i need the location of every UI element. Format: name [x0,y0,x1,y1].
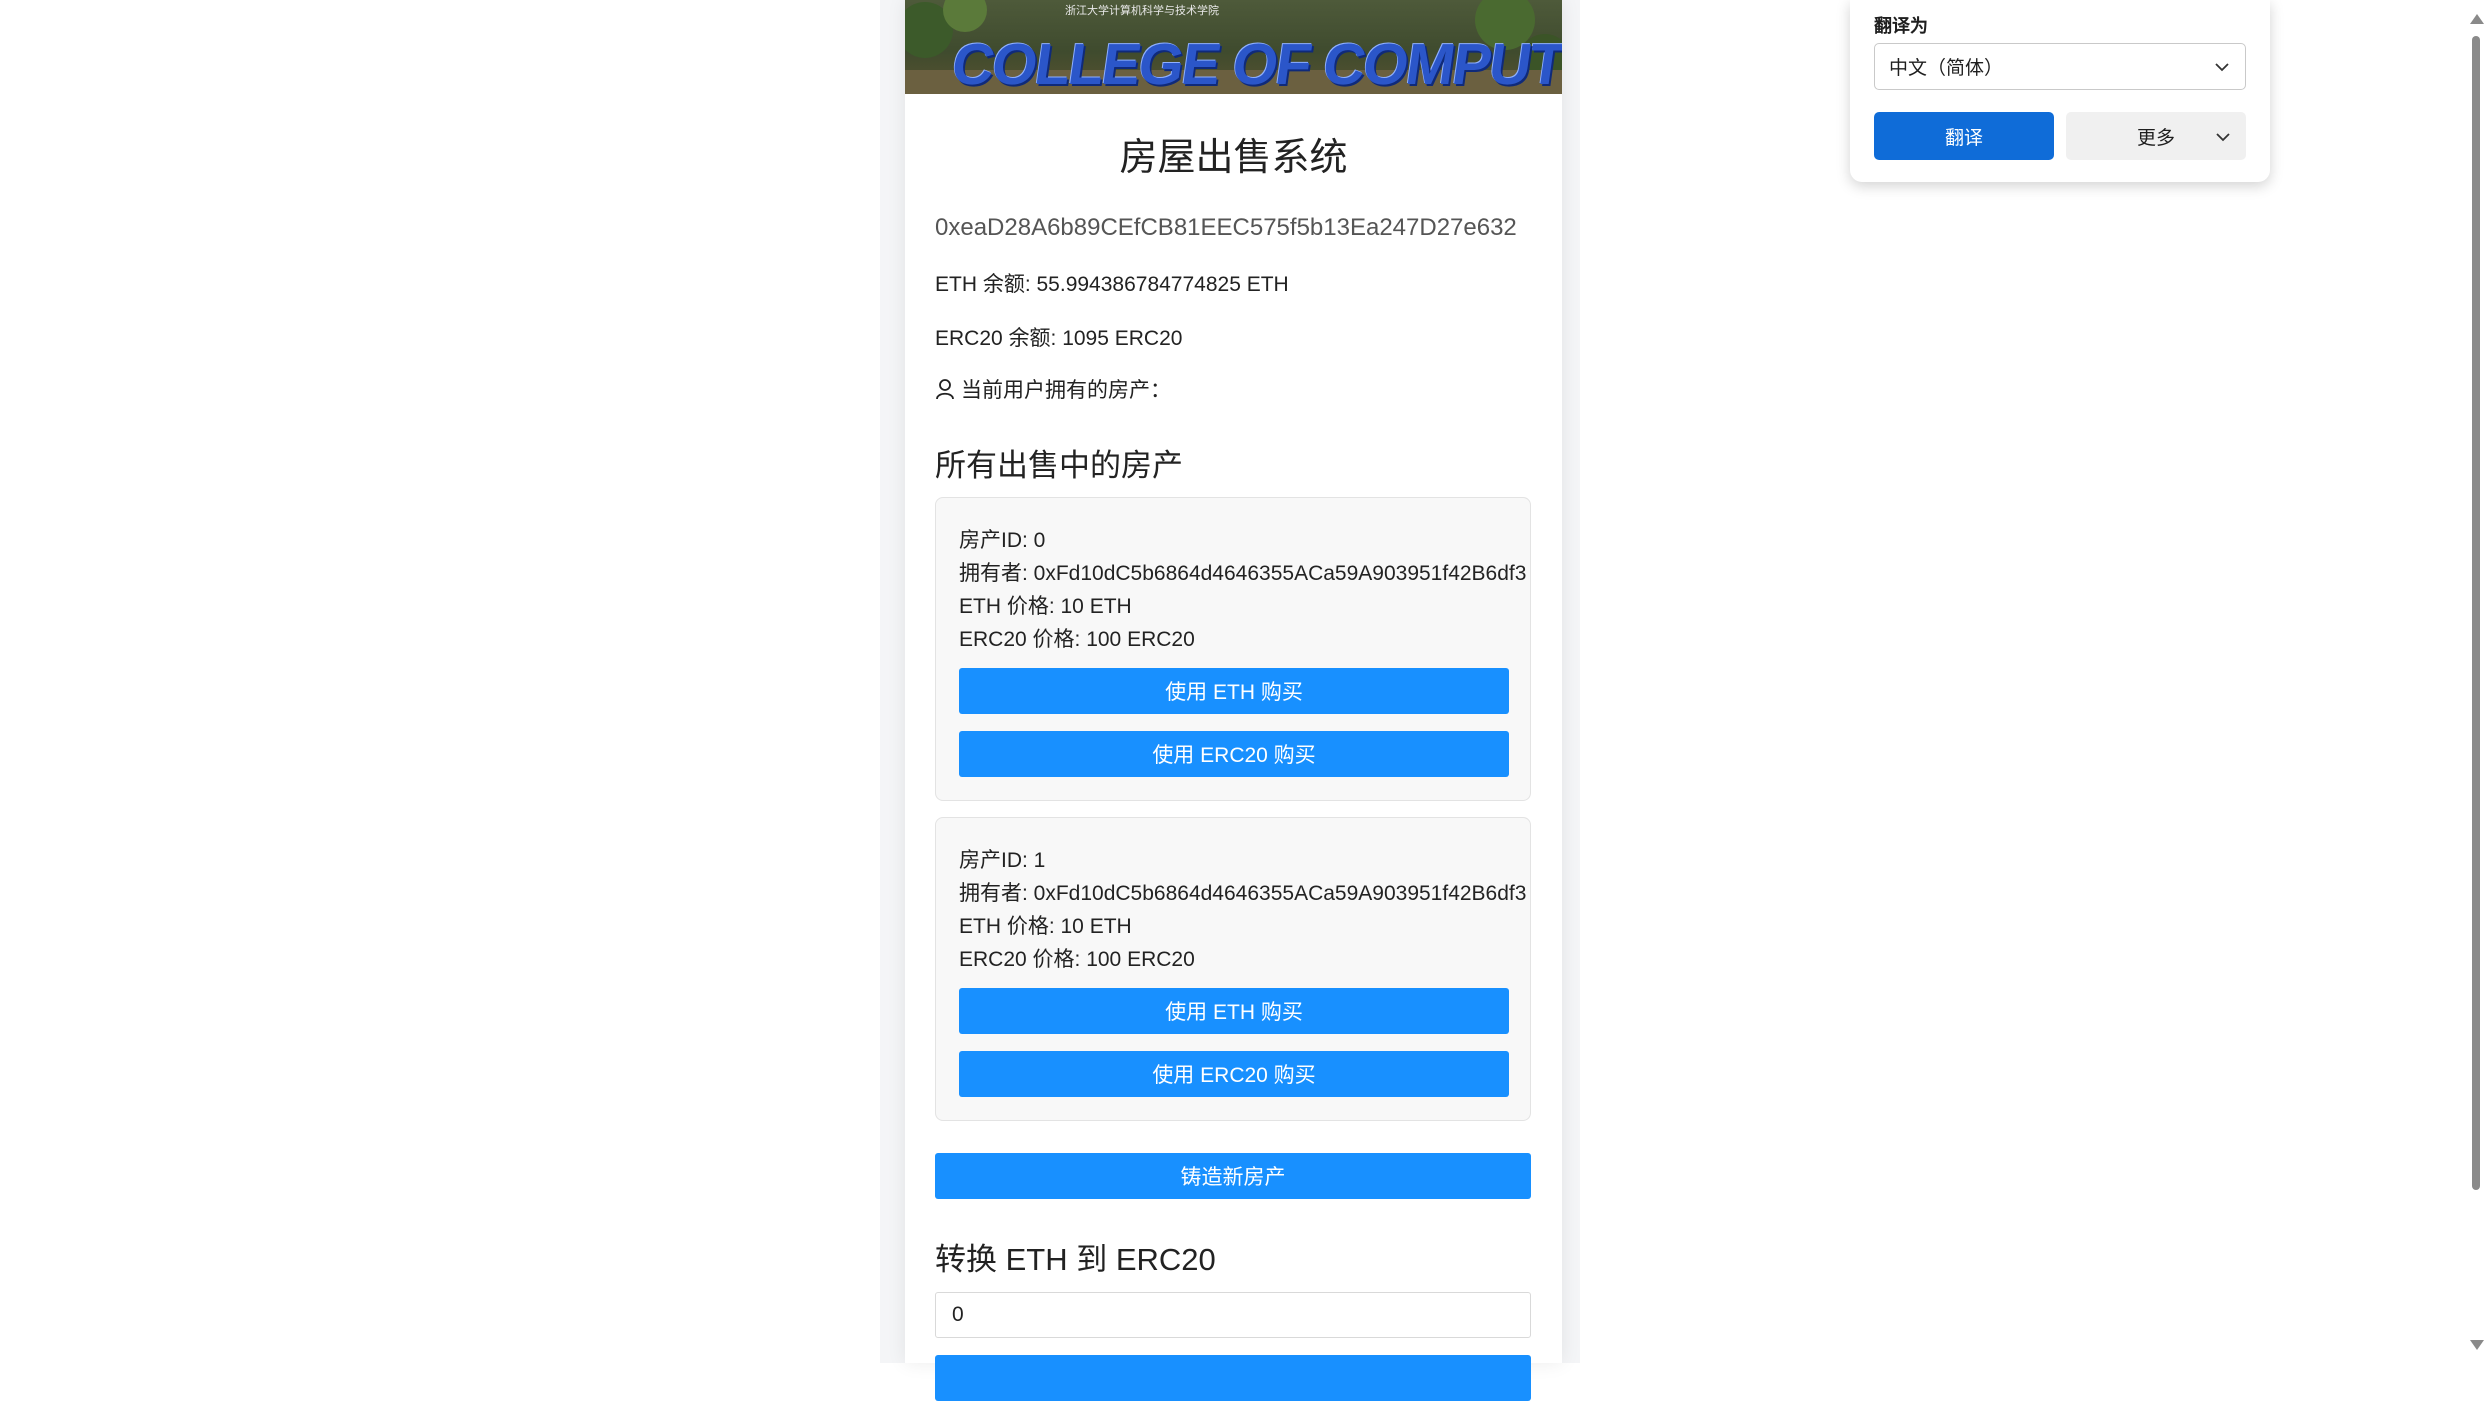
listing-owner: 拥有者: 0xFd10dC5b6864d4646355ACa59A903951f… [959,562,1527,585]
listing-id: 房产ID: 0 [959,529,1046,552]
language-select[interactable]: 中文（简体） [1874,43,2246,90]
page-title: 房屋出售系统 [1119,137,1348,179]
translate-to-label: 翻译为 [1874,16,1928,36]
listing-card-1: 房产ID: 1 拥有者: 0xFd10dC5b6864d4646355ACa59… [935,817,1531,1121]
buy-with-eth-button[interactable]: 使用 ETH 购买 [959,988,1509,1034]
buy-with-erc20-button[interactable]: 使用 ERC20 购买 [959,1051,1509,1097]
convert-button[interactable] [935,1355,1531,1401]
listing-eth-price: ETH 价格: 10 ETH [959,595,1132,618]
mint-property-button[interactable]: 铸造新房产 [935,1153,1531,1199]
more-button[interactable]: 更多 [2066,112,2246,160]
page-scrollbar[interactable] [2466,0,2488,1363]
listing-erc20-price: ERC20 价格: 100 ERC20 [959,948,1195,971]
chevron-down-icon [2215,63,2229,72]
user-icon [936,379,954,400]
scroll-down-arrow-icon[interactable] [2470,1340,2484,1350]
listing-eth-price: ETH 价格: 10 ETH [959,915,1132,938]
owned-properties-label: 当前用户拥有的房产： [961,379,1171,402]
account-address: 0xeaD28A6b89CEfCB81EEC575f5b13Ea247D27e6… [935,214,1517,241]
listing-card-0: 房产ID: 0 拥有者: 0xFd10dC5b6864d4646355ACa59… [935,497,1531,801]
buy-with-erc20-button[interactable]: 使用 ERC20 购买 [959,731,1509,777]
owned-properties-line: 当前用户拥有的房产： [935,374,1171,404]
listing-owner: 拥有者: 0xFd10dC5b6864d4646355ACa59A903951f… [959,882,1527,905]
eth-balance: ETH 余额: 55.994386784774825 ETH [935,273,1289,296]
convert-amount-input[interactable]: 0 [935,1292,1531,1338]
more-label: 更多 [2136,127,2175,149]
selected-language: 中文（简体） [1889,58,2004,79]
banner-text: COLLEGE OF COMPUTER SCIENCE [947,32,1562,94]
erc20-balance: ERC20 余额: 1095 ERC20 [935,327,1183,350]
chevron-down-icon [2216,133,2230,142]
translate-popup: 翻译为 中文（简体） 翻译 更多 [1850,0,2270,182]
college-banner-image: 浙江大学计算机科学与技术学院 COLLEGE OF COMPUTER SCIEN… [905,0,1562,94]
listings-title: 所有出售中的房产 [935,448,1183,483]
translate-button[interactable]: 翻译 [1874,112,2054,160]
buy-with-eth-button[interactable]: 使用 ETH 购买 [959,668,1509,714]
app-container: 浙江大学计算机科学与技术学院 COLLEGE OF COMPUTER SCIEN… [905,0,1562,1401]
scroll-up-arrow-icon[interactable] [2470,14,2484,24]
convert-title: 转换 ETH 到 ERC20 [935,1242,1216,1277]
scrollbar-thumb[interactable] [2472,36,2480,1190]
listing-erc20-price: ERC20 价格: 100 ERC20 [959,628,1195,651]
listing-id: 房产ID: 1 [959,849,1046,872]
